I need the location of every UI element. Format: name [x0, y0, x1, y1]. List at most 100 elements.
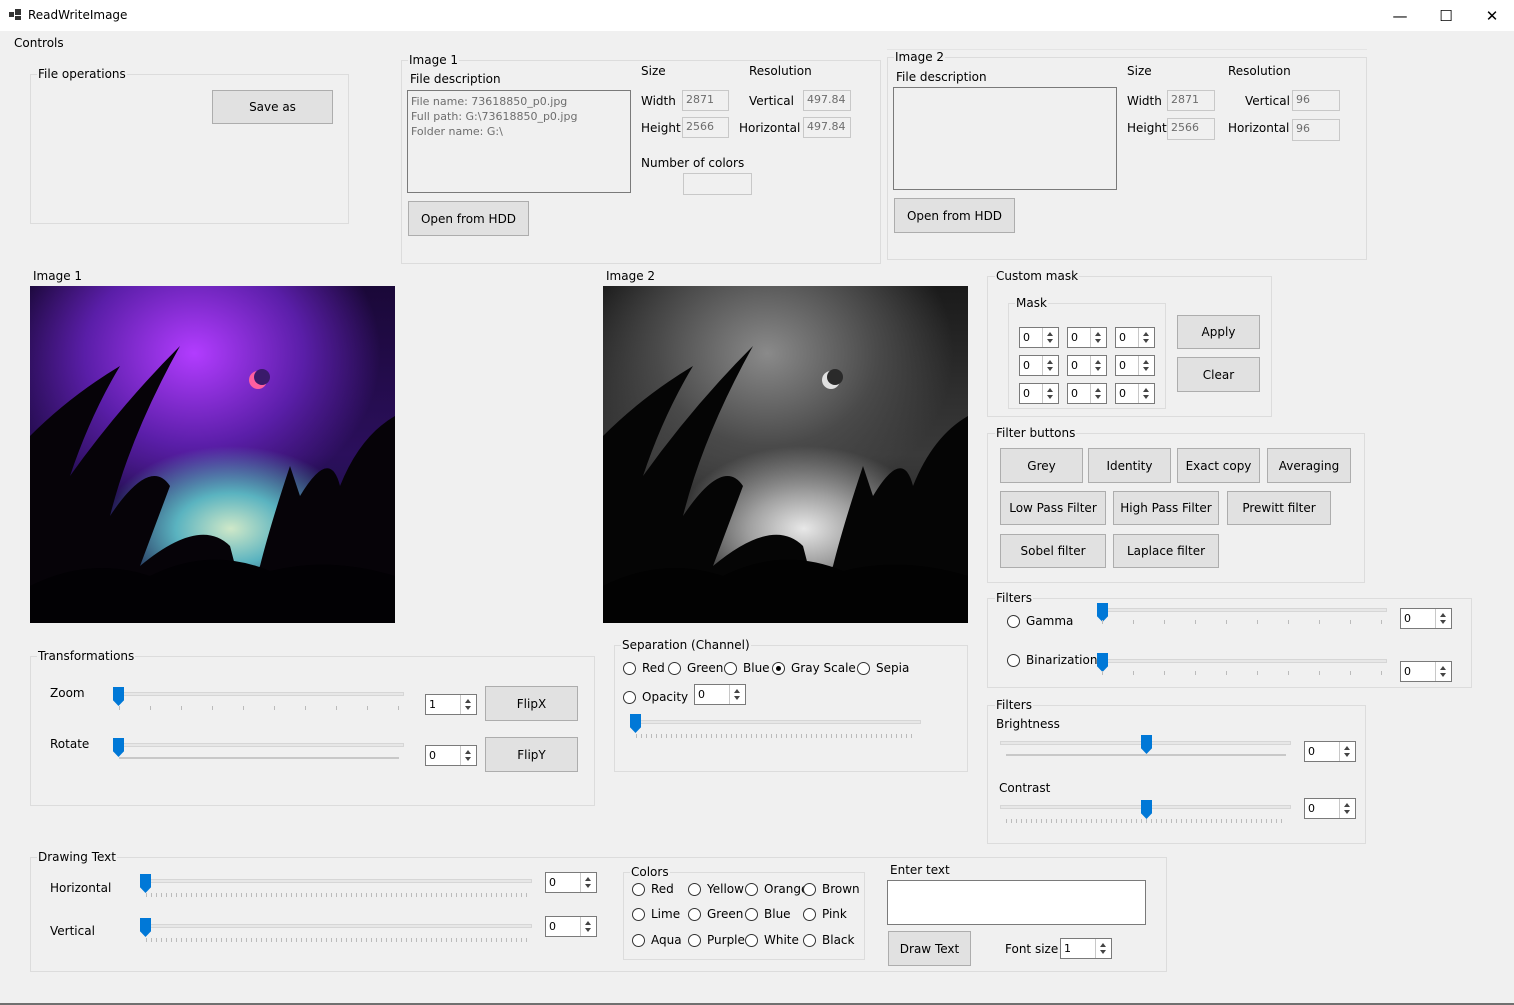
- opacity-radio[interactable]: Opacity: [623, 690, 688, 704]
- opacity-stepper[interactable]: 0: [694, 684, 746, 705]
- zoom-stepper[interactable]: 1: [425, 694, 477, 715]
- channel-gray-scale-radio[interactable]: Gray Scale: [772, 661, 856, 675]
- contrast-stepper[interactable]: 0: [1304, 798, 1356, 819]
- channel-sepia-radio[interactable]: Sepia: [857, 661, 909, 675]
- image1-vertical-field[interactable]: 497.84: [803, 90, 851, 111]
- image2-width-field[interactable]: 2871: [1167, 90, 1215, 111]
- transformations-title: Transformations: [37, 649, 136, 663]
- image2-vertical-field[interactable]: 96: [1292, 90, 1340, 111]
- number-of-colors-label: Number of colors: [641, 156, 745, 170]
- contrast-label: Contrast: [999, 781, 1051, 795]
- draw-text-button[interactable]: Draw Text: [888, 931, 971, 966]
- color-radio[interactable]: Blue: [745, 907, 791, 921]
- image2-open-from-hdd-button[interactable]: Open from HDD: [894, 198, 1015, 233]
- text-horizontal-slider-track[interactable]: [144, 879, 532, 883]
- text-vertical-label: Vertical: [50, 924, 95, 938]
- color-radio[interactable]: Yellow: [688, 882, 744, 896]
- number-of-colors-field[interactable]: [683, 173, 752, 195]
- enter-text-input[interactable]: [887, 880, 1146, 925]
- mask-cell-stepper[interactable]: 0: [1067, 383, 1107, 404]
- separation-title: Separation (Channel): [621, 638, 751, 652]
- brightness-slider-baseline: [1006, 754, 1286, 756]
- clear-mask-button[interactable]: Clear: [1177, 357, 1260, 392]
- brightness-stepper[interactable]: 0: [1304, 741, 1356, 762]
- image1-info-title: Image 1: [408, 53, 460, 67]
- rotate-slider-track[interactable]: [117, 743, 404, 747]
- grey-filter-button[interactable]: Grey: [1000, 448, 1083, 483]
- image1-open-from-hdd-button[interactable]: Open from HDD: [408, 201, 529, 236]
- text-horizontal-stepper[interactable]: 0: [545, 872, 597, 893]
- apply-mask-button[interactable]: Apply: [1177, 315, 1260, 349]
- opacity-slider-track[interactable]: [634, 720, 921, 724]
- color-radio[interactable]: Orange: [745, 882, 808, 896]
- image1-height-field[interactable]: 2566: [682, 117, 729, 138]
- image1-file-description-label: File description: [410, 72, 501, 86]
- mask-cell-stepper[interactable]: 0: [1019, 327, 1059, 348]
- binarization-radio[interactable]: Binarization: [1007, 653, 1097, 667]
- image1-file-description[interactable]: File name: 73618850_p0.jpg Full path: G:…: [407, 90, 631, 193]
- mask-cell-stepper[interactable]: 0: [1019, 355, 1059, 376]
- mask-cell-stepper[interactable]: 0: [1115, 327, 1155, 348]
- color-radio[interactable]: Lime: [632, 907, 680, 921]
- high-pass-filter-button[interactable]: High Pass Filter: [1113, 491, 1219, 525]
- minimize-icon[interactable]: —: [1377, 0, 1423, 31]
- image2-info-title: Image 2: [894, 50, 946, 64]
- image1-horizontal-field[interactable]: 497.84: [803, 117, 851, 138]
- close-icon[interactable]: ✕: [1469, 0, 1514, 31]
- binarization-stepper[interactable]: 0: [1400, 661, 1452, 682]
- channel-red-radio[interactable]: Red: [623, 661, 665, 675]
- image2-file-description[interactable]: [893, 87, 1117, 190]
- image2-height-label: Height: [1127, 121, 1167, 135]
- rotate-stepper[interactable]: 0: [425, 745, 477, 766]
- image2-horizontal-field[interactable]: 96: [1292, 119, 1340, 141]
- color-radio[interactable]: White: [745, 933, 799, 947]
- exact-copy-button[interactable]: Exact copy: [1177, 448, 1260, 483]
- filter-buttons-title: Filter buttons: [995, 426, 1077, 440]
- image1-label: Image 1: [33, 269, 83, 283]
- gamma-slider-track[interactable]: [1101, 608, 1387, 612]
- brightness-label: Brightness: [996, 717, 1060, 731]
- color-radio[interactable]: Pink: [803, 907, 847, 921]
- filters-brightness-title: Filters: [995, 698, 1033, 712]
- image1-grass-silhouette: [30, 346, 395, 623]
- flipy-button[interactable]: FlipY: [485, 737, 578, 772]
- image2-resolution-label: Resolution: [1228, 64, 1291, 78]
- prewitt-filter-button[interactable]: Prewitt filter: [1227, 491, 1331, 525]
- image2-height-field[interactable]: 2566: [1167, 118, 1215, 140]
- enter-text-label: Enter text: [890, 863, 950, 877]
- identity-filter-button[interactable]: Identity: [1088, 448, 1171, 483]
- save-as-button[interactable]: Save as: [212, 90, 333, 124]
- mask-cell-stepper[interactable]: 0: [1115, 383, 1155, 404]
- maximize-icon[interactable]: ☐: [1423, 0, 1469, 31]
- color-radio[interactable]: Brown: [803, 882, 860, 896]
- flipx-button[interactable]: FlipX: [485, 686, 578, 721]
- color-radio[interactable]: Green: [688, 907, 743, 921]
- color-radio[interactable]: Red: [632, 882, 674, 896]
- low-pass-filter-button[interactable]: Low Pass Filter: [1000, 491, 1106, 525]
- text-vertical-stepper[interactable]: 0: [545, 916, 597, 937]
- text-vertical-slider-track[interactable]: [144, 924, 532, 928]
- channel-green-radio[interactable]: Green: [668, 661, 723, 675]
- laplace-filter-button[interactable]: Laplace filter: [1113, 534, 1219, 568]
- mask-cell-stepper[interactable]: 0: [1067, 355, 1107, 376]
- channel-blue-radio[interactable]: Blue: [724, 661, 770, 675]
- color-radio[interactable]: Aqua: [632, 933, 682, 947]
- sobel-filter-button[interactable]: Sobel filter: [1000, 534, 1106, 568]
- image2-label: Image 2: [606, 269, 656, 283]
- mask-cell-stepper[interactable]: 0: [1067, 327, 1107, 348]
- image1-width-field[interactable]: 2871: [682, 90, 729, 111]
- font-size-stepper[interactable]: 1: [1060, 938, 1112, 959]
- filters-gamma-title: Filters: [995, 591, 1033, 605]
- mask-cell-stepper[interactable]: 0: [1019, 383, 1059, 404]
- binarization-slider-track[interactable]: [1101, 659, 1387, 663]
- file-operations-title: File operations: [37, 67, 127, 81]
- gamma-stepper[interactable]: 0: [1400, 608, 1452, 629]
- averaging-filter-button[interactable]: Averaging: [1267, 448, 1351, 483]
- color-radio[interactable]: Black: [803, 933, 854, 947]
- color-radio[interactable]: Purple: [688, 933, 745, 947]
- mask-cell-stepper[interactable]: 0: [1115, 355, 1155, 376]
- zoom-slider-track[interactable]: [117, 692, 404, 696]
- menu-controls[interactable]: Controls: [14, 36, 64, 50]
- gamma-radio[interactable]: Gamma: [1007, 614, 1073, 628]
- drawing-text-title: Drawing Text: [37, 850, 117, 864]
